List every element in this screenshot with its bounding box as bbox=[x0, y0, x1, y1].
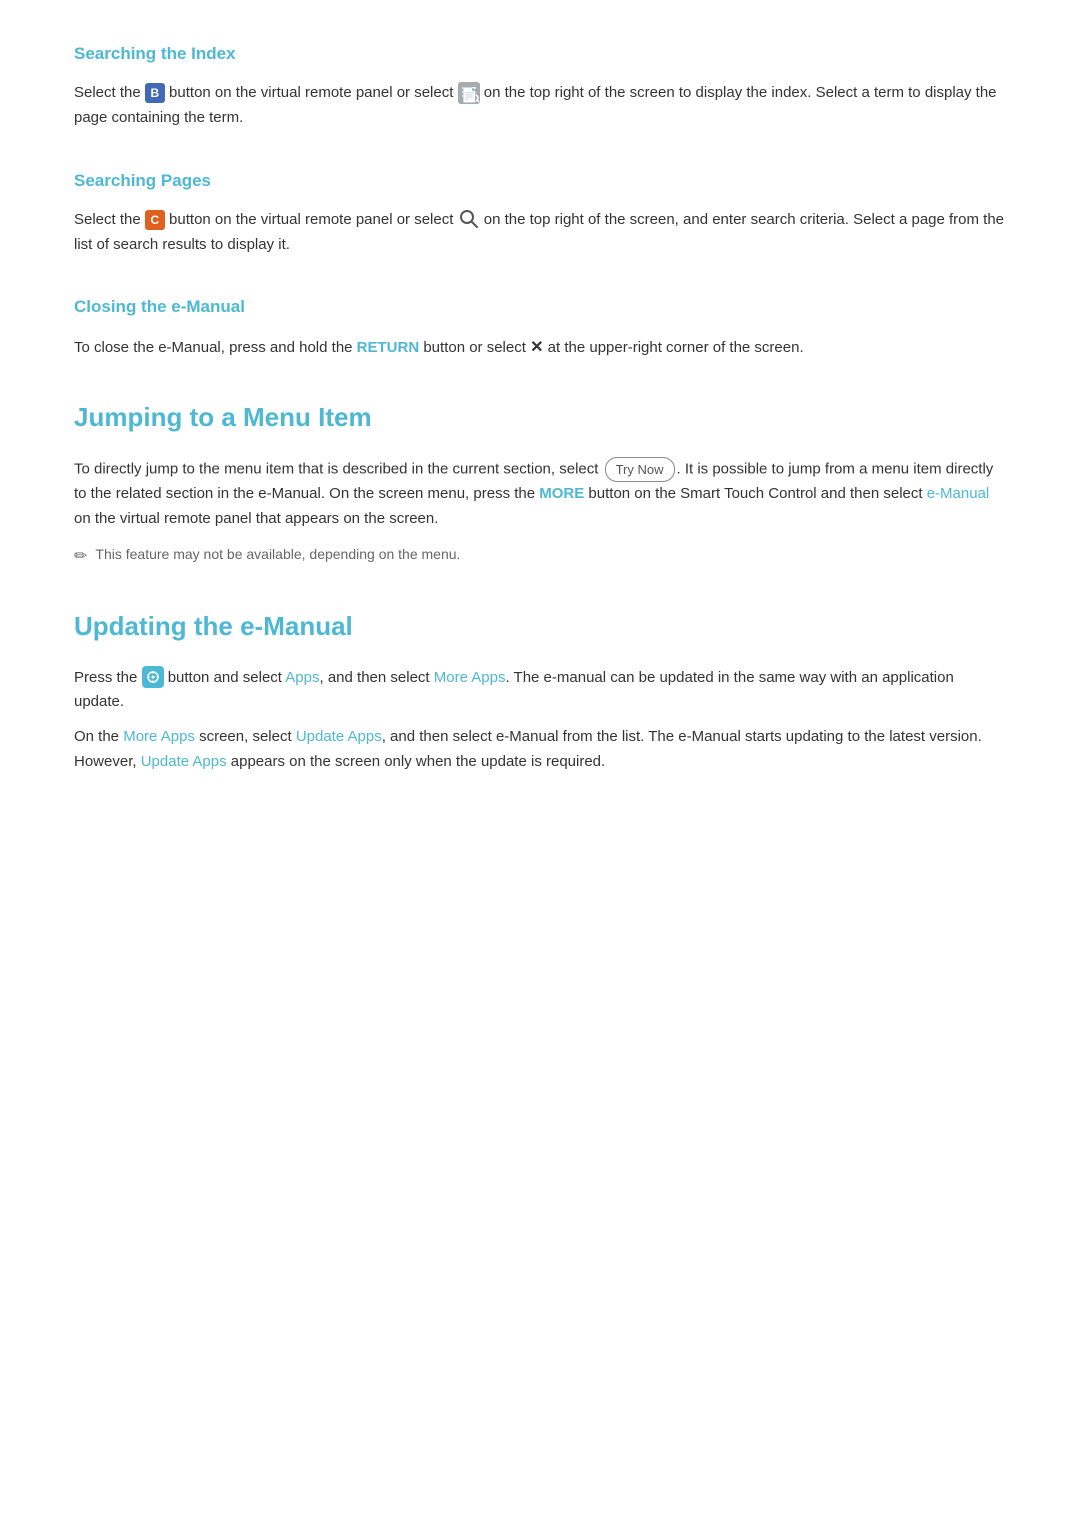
updating-emanual-body-1: Press the button and select Apps, and th… bbox=[74, 666, 1006, 716]
update-apps-link-1[interactable]: Update Apps bbox=[296, 728, 382, 745]
searching-index-body: Select the B button on the virtual remot… bbox=[74, 81, 1006, 131]
searching-pages-body: Select the C button on the virtual remot… bbox=[74, 208, 1006, 258]
close-x-icon: ✕ bbox=[530, 335, 543, 361]
jumping-menu-item-section: Jumping to a Menu Item To directly jump … bbox=[74, 397, 1006, 570]
closing-emanual-body: To close the e-Manual, press and hold th… bbox=[74, 335, 1006, 361]
update-apps-link-2[interactable]: Update Apps bbox=[141, 753, 227, 770]
b-button-icon: B bbox=[145, 83, 165, 103]
note-row: ✏ This feature may not be available, dep… bbox=[74, 543, 1006, 570]
searching-index-section: Searching the Index Select the B button … bbox=[74, 40, 1006, 131]
note-pencil-icon: ✏ bbox=[74, 544, 87, 570]
smart-hub-svg-icon bbox=[142, 666, 164, 688]
search-icon bbox=[458, 208, 480, 230]
searching-index-heading: Searching the Index bbox=[74, 40, 1006, 67]
try-now-badge[interactable]: Try Now bbox=[605, 457, 675, 482]
more-apps-link-2[interactable]: More Apps bbox=[123, 728, 195, 745]
more-apps-link-1[interactable]: More Apps bbox=[434, 669, 506, 686]
closing-emanual-section: Closing the e-Manual To close the e-Manu… bbox=[74, 293, 1006, 361]
smart-hub-icon bbox=[142, 666, 164, 688]
searching-pages-section: Searching Pages Select the C button on t… bbox=[74, 167, 1006, 258]
more-keyword: MORE bbox=[539, 485, 584, 502]
jumping-menu-item-body: To directly jump to the menu item that i… bbox=[74, 457, 1006, 532]
updating-emanual-body-2: On the More Apps screen, select Update A… bbox=[74, 725, 1006, 775]
searching-pages-heading: Searching Pages bbox=[74, 167, 1006, 194]
updating-emanual-heading: Updating the e-Manual bbox=[74, 606, 1006, 648]
emanual-link[interactable]: e-Manual bbox=[927, 485, 990, 502]
index-svg-icon bbox=[458, 82, 480, 104]
search-svg-icon bbox=[458, 208, 480, 230]
jumping-menu-item-heading: Jumping to a Menu Item bbox=[74, 397, 1006, 439]
note-text: This feature may not be available, depen… bbox=[95, 543, 460, 565]
index-icon bbox=[458, 82, 480, 104]
return-keyword: RETURN bbox=[357, 339, 420, 356]
closing-emanual-heading: Closing the e-Manual bbox=[74, 293, 1006, 320]
updating-emanual-section: Updating the e-Manual Press the button a… bbox=[74, 606, 1006, 775]
apps-link-1[interactable]: Apps bbox=[285, 669, 319, 686]
c-button-icon: C bbox=[145, 210, 165, 230]
